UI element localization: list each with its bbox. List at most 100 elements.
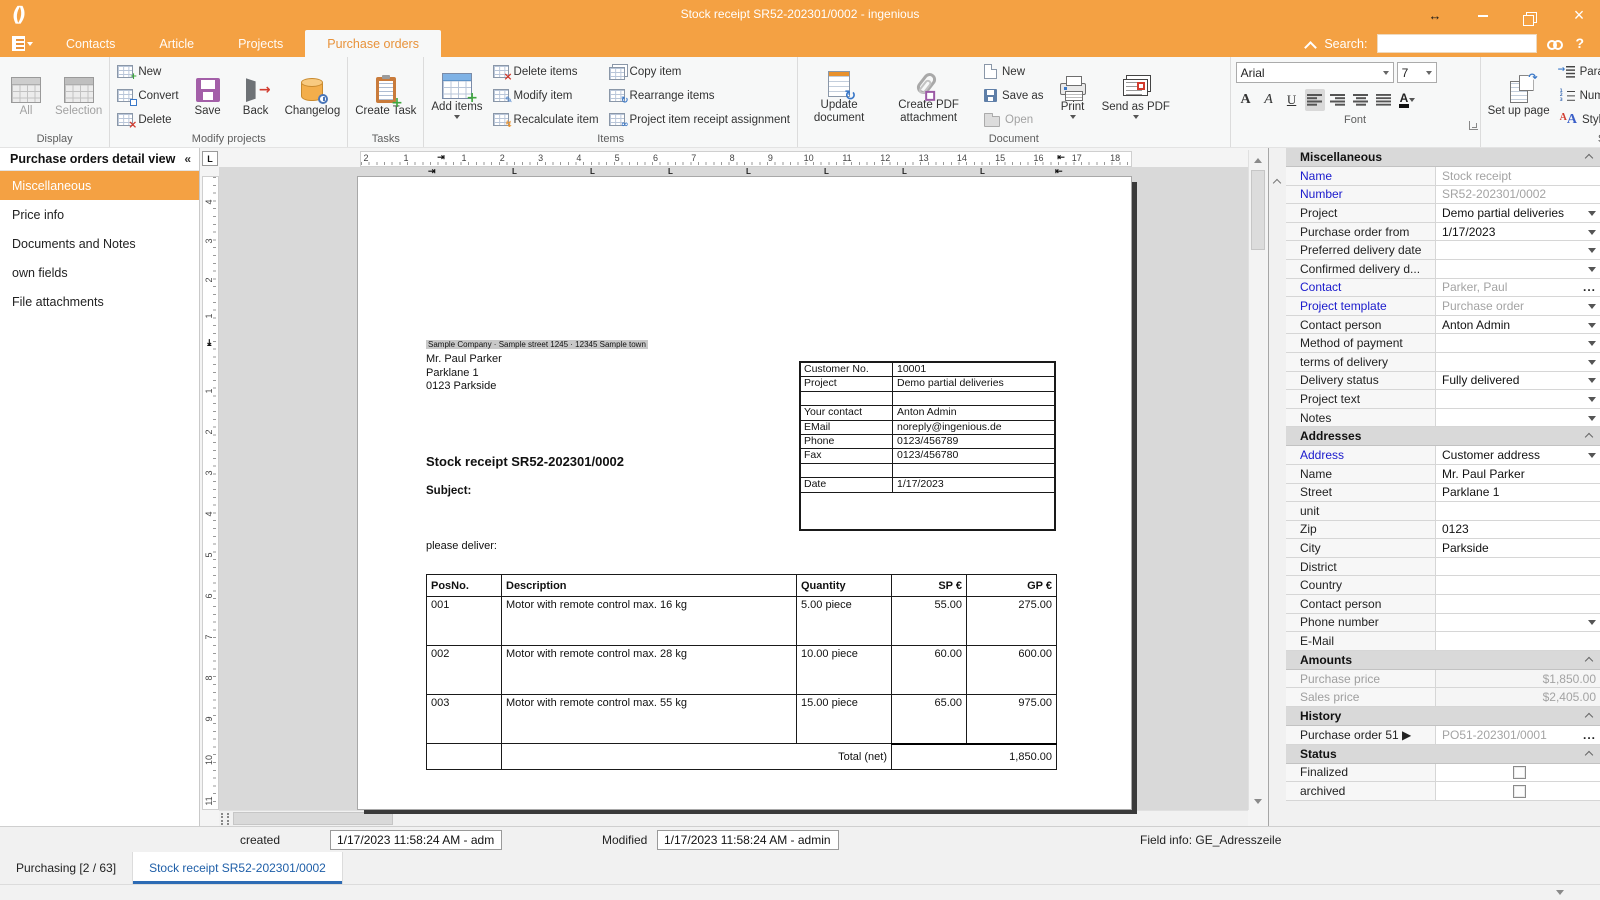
numbering-button[interactable]: Numbering <box>1556 84 1600 107</box>
section-header-addresses[interactable]: Addresses <box>1286 427 1600 447</box>
bold-button[interactable]: A <box>1236 89 1256 111</box>
recalculate-item-button[interactable]: ↯ Recalculate item <box>489 108 603 131</box>
tab-purchase-orders[interactable]: Purchase orders <box>305 30 441 57</box>
tab-article[interactable]: Article <box>137 30 216 57</box>
property-label[interactable]: Contact <box>1286 278 1436 297</box>
document-tab-stock-receipt-sr52-202301-0002[interactable]: Stock receipt SR52-202301/0002 <box>133 852 343 884</box>
ellipsis-button[interactable] <box>1583 280 1596 294</box>
dialog-launcher-icon[interactable] <box>1468 121 1478 130</box>
dropdown-icon[interactable] <box>1588 378 1596 387</box>
dropdown-icon[interactable] <box>1588 341 1596 350</box>
resize-icon[interactable]: ↔ <box>1424 8 1446 23</box>
sidebar-item-documents-and-notes[interactable]: Documents and Notes <box>0 229 199 258</box>
property-value[interactable]: Fully delivered <box>1442 373 1588 387</box>
property-value[interactable]: Parklane 1 <box>1442 485 1596 499</box>
splitter-handle-icon[interactable] <box>221 813 229 825</box>
create-pdf-attachment-button[interactable]: Create PDF attachment <box>879 67 978 125</box>
dropdown-icon[interactable] <box>1588 453 1596 462</box>
document-horizontal-scrollbar[interactable] <box>219 810 1248 826</box>
app-menu-button[interactable] <box>0 30 44 57</box>
align-center-button[interactable] <box>1351 89 1371 111</box>
tab-stop-selector-icon[interactable] <box>202 151 218 166</box>
vertical-scroll-thumb[interactable] <box>1251 170 1265 250</box>
create-task-button[interactable]: + Create Task <box>351 73 420 118</box>
font-family-select[interactable]: Arial <box>1235 62 1394 83</box>
property-label[interactable]: Address <box>1286 446 1436 464</box>
sidebar-item-miscellaneous[interactable]: Miscellaneous <box>0 171 199 200</box>
scroll-down-icon[interactable] <box>1249 794 1267 810</box>
property-label[interactable]: Number <box>1286 185 1436 204</box>
paragraph-button[interactable]: → Paragraph <box>1556 60 1600 83</box>
property-value[interactable]: 0123 <box>1442 522 1596 536</box>
panel-scrollbar[interactable] <box>1269 148 1286 826</box>
chevron-down-icon[interactable] <box>1556 890 1564 899</box>
dropdown-icon[interactable] <box>1588 303 1596 313</box>
dropdown-icon[interactable] <box>1588 396 1596 406</box>
print-button[interactable]: Print <box>1050 69 1096 123</box>
font-size-select[interactable]: 7 <box>1396 62 1437 83</box>
top-margin-marker-icon[interactable] <box>203 339 214 347</box>
justify-button[interactable] <box>1374 89 1394 111</box>
search-input[interactable] <box>1377 34 1538 53</box>
dropdown-icon[interactable] <box>1588 620 1596 629</box>
property-value[interactable]: SR52-202301/0002 <box>1442 187 1596 201</box>
dropdown-icon[interactable] <box>1588 248 1596 257</box>
dropdown-icon[interactable] <box>1588 210 1596 220</box>
document-page[interactable]: Sample Company · Sample street 1245 · 12… <box>357 176 1132 810</box>
property-value[interactable]: Mr. Paul Parker <box>1442 467 1596 481</box>
add-items-button[interactable]: + Add items <box>427 69 486 123</box>
convert-button[interactable]: Convert <box>113 84 182 107</box>
tab-projects[interactable]: Projects <box>216 30 305 57</box>
document-tab-purchasing-2-63[interactable]: Purchasing [2 / 63] <box>0 852 134 884</box>
minimize-button[interactable] <box>1472 8 1494 23</box>
panel-scroll-up-icon[interactable] <box>1274 178 1282 186</box>
delete-button[interactable]: × Delete <box>113 108 182 131</box>
property-value[interactable]: Parker, Paul <box>1442 280 1583 294</box>
update-document-button[interactable]: ↻ Update document <box>801 67 877 125</box>
dropdown-icon[interactable] <box>1588 229 1596 239</box>
rearrange-items-button[interactable]: ↻ Rearrange items <box>605 84 794 107</box>
all-button[interactable]: All <box>3 73 49 118</box>
font-color-button[interactable]: A <box>1397 89 1418 111</box>
copy-item-button[interactable]: Copy item <box>605 60 794 83</box>
align-right-button[interactable] <box>1328 89 1348 111</box>
save-button[interactable]: Save <box>185 73 231 118</box>
modified-value-field[interactable] <box>657 830 839 850</box>
italic-button[interactable]: A <box>1259 89 1279 111</box>
dropdown-icon[interactable] <box>1588 266 1596 276</box>
collapse-sidebar-icon[interactable] <box>184 152 191 166</box>
property-value[interactable]: PO51-202301/0001 <box>1442 728 1583 742</box>
binoculars-search-icon[interactable] <box>1547 38 1565 50</box>
horizontal-scroll-thumb[interactable] <box>233 812 393 825</box>
scroll-up-icon[interactable] <box>1249 152 1267 168</box>
sidebar-item-price-info[interactable]: Price info <box>0 200 199 229</box>
property-value[interactable]: 1/17/2023 <box>1442 225 1588 239</box>
ellipsis-button[interactable] <box>1583 728 1596 742</box>
property-value[interactable]: $2,405.00 <box>1442 690 1596 704</box>
section-header-history[interactable]: History <box>1286 707 1600 727</box>
created-value-field[interactable] <box>330 830 502 850</box>
set-up-page-button[interactable]: ↷ Set up page <box>1484 71 1554 118</box>
help-icon[interactable] <box>1575 35 1584 53</box>
selection-button[interactable]: Selection <box>51 73 106 118</box>
align-left-button[interactable] <box>1304 89 1325 111</box>
property-value[interactable]: Stock receipt <box>1442 169 1596 183</box>
property-value[interactable]: Demo partial deliveries <box>1442 206 1588 220</box>
property-label[interactable]: Name <box>1286 167 1436 185</box>
property-label[interactable]: Project template <box>1286 297 1436 315</box>
sidebar-item-file-attachments[interactable]: File attachments <box>0 287 199 316</box>
property-value[interactable]: Anton Admin <box>1442 318 1588 332</box>
dropdown-icon[interactable] <box>1588 415 1596 425</box>
collapse-ribbon-icon[interactable] <box>1306 40 1314 48</box>
property-value[interactable]: Parkside <box>1442 541 1596 555</box>
property-value[interactable]: Customer address <box>1442 448 1588 462</box>
dropdown-icon[interactable] <box>1588 322 1596 332</box>
new-button[interactable]: New <box>980 60 1048 83</box>
left-margin-marker-icon[interactable] <box>437 152 445 163</box>
dropdown-icon[interactable] <box>1588 359 1596 369</box>
send-as-pdf-button[interactable]: Send as PDF <box>1098 69 1174 123</box>
checkbox[interactable] <box>1512 784 1526 798</box>
section-header-miscellaneous[interactable]: Miscellaneous <box>1286 148 1600 167</box>
delete-items-button[interactable]: × Delete items <box>489 60 603 83</box>
changelog-button[interactable]: Changelog <box>281 73 345 118</box>
